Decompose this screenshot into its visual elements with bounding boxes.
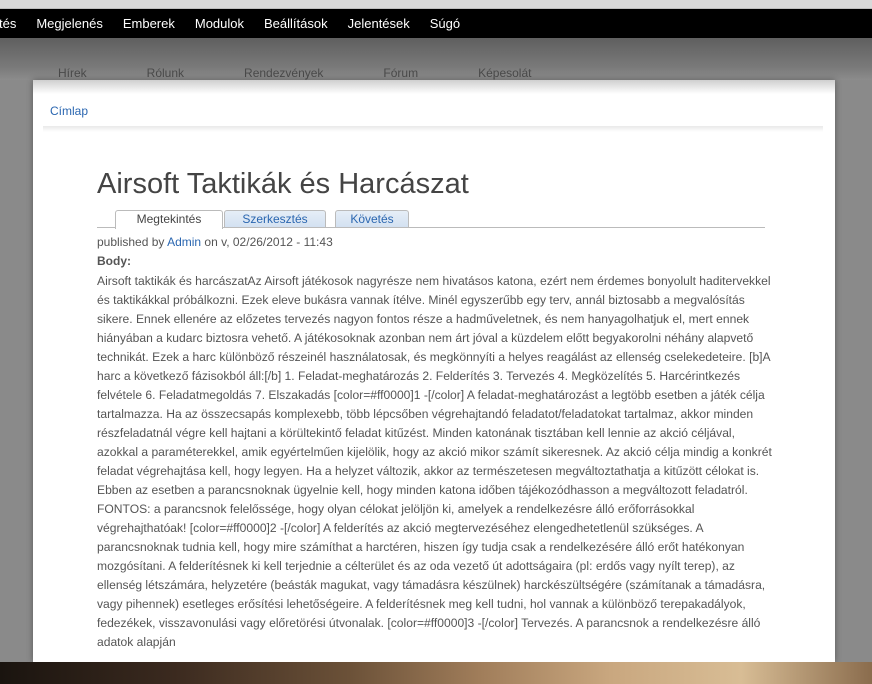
tab-follow[interactable]: Követés <box>335 210 409 227</box>
admin-menu-item-help[interactable]: Súgó <box>430 16 460 31</box>
content-page: Címlap Airsoft Taktikák és Harcászat Meg… <box>33 80 835 662</box>
meta-date: on v, 02/26/2012 - 11:43 <box>204 235 333 249</box>
background-photo-strip <box>0 662 872 684</box>
page-title: Airsoft Taktikák és Harcászat <box>97 168 469 200</box>
site-nav-item-news[interactable]: Hírek <box>58 66 87 80</box>
site-nav: Hírek Rólunk Rendezvények Fórum Képesolá… <box>58 66 591 80</box>
body-field-label: Body: <box>97 254 131 268</box>
admin-menu-item-reports[interactable]: Jelentések <box>348 16 410 31</box>
admin-menu-item-people[interactable]: Emberek <box>123 16 175 31</box>
site-nav-item-forum[interactable]: Fórum <box>383 66 418 80</box>
node-meta: published by Admin on v, 02/26/2012 - 11… <box>97 235 333 249</box>
breadcrumb-home-link[interactable]: Címlap <box>50 104 88 118</box>
tab-edit[interactable]: Szerkesztés <box>224 210 326 227</box>
admin-toolbar: tés Megjelenés Emberek Modulok Beállítás… <box>0 9 872 38</box>
admin-menu: tés Megjelenés Emberek Modulok Beállítás… <box>0 9 872 38</box>
breadcrumb-divider <box>43 126 823 132</box>
admin-menu-item-settings[interactable]: Beállítások <box>264 16 328 31</box>
meta-prefix: published by <box>97 235 165 249</box>
admin-menu-item-appearance[interactable]: Megjelenés <box>36 16 103 31</box>
node-tabs: Megtekintés Szerkesztés Követés <box>97 209 765 229</box>
author-link[interactable]: Admin <box>167 235 201 249</box>
site-nav-item-gallery[interactable]: Képesolát <box>478 66 531 80</box>
admin-menu-item-content[interactable]: tés <box>0 16 16 31</box>
admin-menu-item-modules[interactable]: Modulok <box>195 16 244 31</box>
body-text: Airsoft taktikák és harcászatAz Airsoft … <box>97 274 772 649</box>
site-nav-item-events[interactable]: Rendezvények <box>244 66 323 80</box>
browser-toolbar-edge <box>0 0 872 9</box>
tab-view[interactable]: Megtekintés <box>115 210 223 229</box>
site-nav-item-about[interactable]: Rólunk <box>147 66 184 80</box>
page-top-shadow <box>33 80 835 94</box>
